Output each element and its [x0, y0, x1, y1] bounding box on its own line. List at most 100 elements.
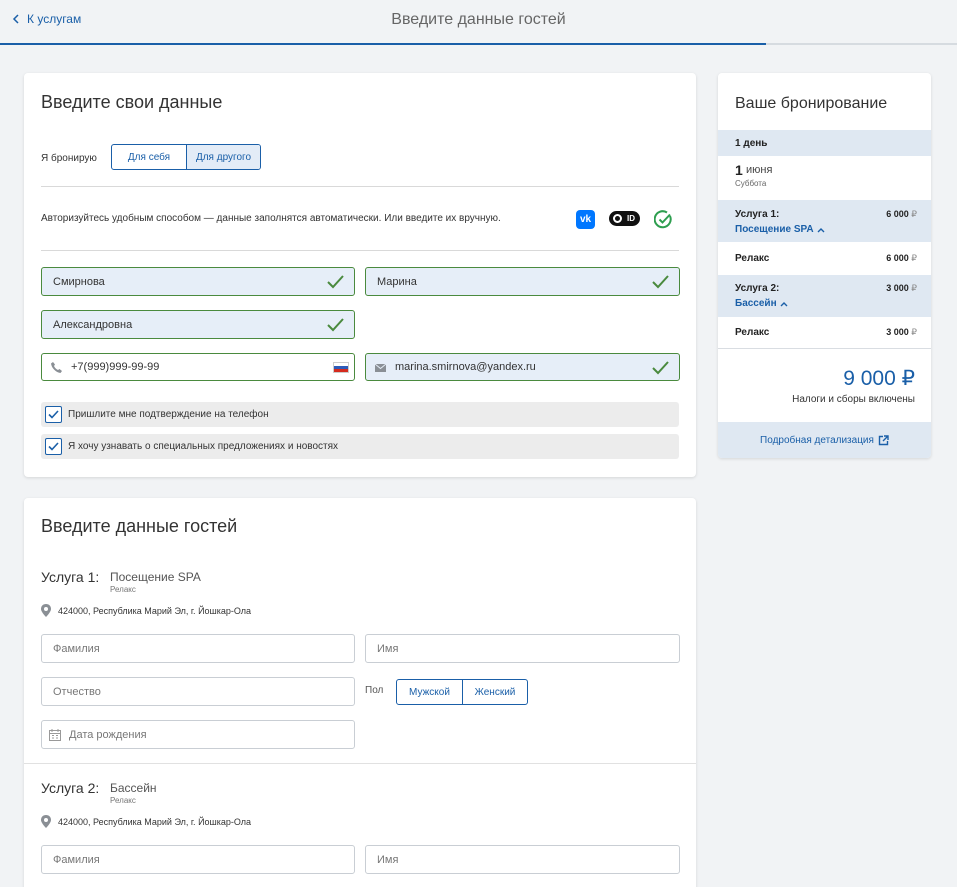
russia-flag-icon[interactable] — [333, 362, 349, 373]
day-header: 1 день — [718, 130, 931, 156]
total-value: 9 000 — [843, 367, 896, 390]
placeholder: Фамилия — [53, 642, 100, 655]
gender-male-option[interactable]: Мужской — [397, 680, 462, 704]
newsletter-checkbox[interactable]: Я хочу узнавать о специальных предложени… — [41, 434, 679, 459]
booking-for-switch: Для себя Для другого — [111, 144, 261, 170]
placeholder: Дата рождения — [69, 728, 147, 741]
service-amount: 6 000 ₽ — [886, 209, 917, 220]
header: К услугам Введите данные гостей — [0, 0, 957, 46]
currency: ₽ — [911, 253, 917, 263]
check-icon — [652, 275, 669, 289]
tariff-label: Релакс — [735, 253, 770, 264]
day-label: 1 день — [735, 138, 768, 149]
sber-logo-icon — [613, 214, 622, 223]
guests-title: Введите данные гостей — [41, 516, 238, 536]
gender-female-option[interactable]: Женский — [462, 680, 527, 704]
gender-switch: Мужской Женский — [396, 679, 528, 705]
tariff-label: Релакс — [735, 327, 770, 338]
guest-2-first-name-input[interactable]: Имя — [365, 845, 680, 874]
service-2-toggle[interactable]: Бассейн — [735, 298, 788, 309]
phone-icon — [51, 361, 62, 373]
service-tariff: Релакс — [110, 585, 136, 594]
external-link-icon — [878, 434, 889, 445]
tariff-amount: 3 000 ₽ — [886, 327, 917, 338]
placeholder: Фамилия — [53, 853, 100, 866]
booking-for-other-option[interactable]: Для другого — [186, 145, 260, 169]
checkbox[interactable] — [45, 406, 62, 423]
checkbox[interactable] — [45, 438, 62, 455]
tax-note: Налоги и сборы включены — [792, 394, 915, 405]
email-field[interactable]: marina.smirnova@yandex.ru — [365, 353, 680, 381]
service-address: 424000, Республика Марий Эл, г. Йошкар-О… — [41, 815, 251, 828]
checkmark-icon — [48, 410, 59, 419]
service-name: Бассейн — [110, 781, 157, 795]
booking-for-self-option[interactable]: Для себя — [112, 145, 186, 169]
service-link-label: Посещение SPA — [735, 224, 814, 235]
service-tariff: Релакс — [110, 796, 136, 805]
last-name-field[interactable]: Смирнова — [41, 267, 355, 296]
guest-1-birthdate-input[interactable]: Дата рождения — [41, 720, 355, 749]
progress-fill — [0, 43, 766, 45]
placeholder: Имя — [377, 853, 399, 866]
checkmark-icon — [48, 442, 59, 451]
divider — [24, 763, 696, 764]
details-link[interactable]: Подробная детализация — [718, 422, 931, 458]
amount-value: 6 000 — [886, 209, 909, 219]
progress-bar — [0, 43, 957, 45]
check-icon — [652, 361, 669, 375]
tariff-amount: 6 000 ₽ — [886, 253, 917, 264]
sber-id-icon[interactable]: ID — [609, 211, 640, 226]
vk-icon[interactable]: vk — [576, 210, 595, 229]
own-data-card: Введите свои данные Я бронирую Для себя … — [24, 73, 696, 477]
middle-name-value: Александровна — [53, 318, 133, 331]
divider — [41, 250, 679, 251]
divider — [41, 186, 679, 187]
amount-value: 6 000 — [886, 253, 909, 263]
amount-value: 3 000 — [886, 283, 909, 293]
service-1-summary: Услуга 1: 6 000 ₽ Посещение SPA — [718, 200, 931, 242]
placeholder: Отчество — [53, 685, 101, 698]
page-title: Введите данные гостей — [391, 11, 566, 28]
amount-value: 3 000 — [886, 327, 909, 337]
currency: ₽ — [911, 283, 917, 293]
total-price: 9 000 ₽ — [843, 366, 915, 391]
currency: ₽ — [911, 209, 917, 219]
guest-1-last-name-input[interactable]: Фамилия — [41, 634, 355, 663]
guest-1-middle-name-input[interactable]: Отчество — [41, 677, 355, 706]
location-pin-icon — [41, 604, 51, 617]
service-2-summary: Услуга 2: 3 000 ₽ Бассейн — [718, 275, 931, 317]
divider — [718, 348, 931, 349]
checkbox-label: Я хочу узнавать о специальных предложени… — [68, 441, 339, 452]
chevron-up-icon — [817, 227, 825, 232]
phone-value: +7(999)999-99-99 — [71, 361, 160, 373]
date-month: июня — [746, 164, 773, 176]
email-value: marina.smirnova@yandex.ru — [395, 361, 536, 373]
currency: ₽ — [911, 327, 917, 337]
gender-label: Пол — [365, 685, 384, 696]
own-data-title: Введите свои данные — [41, 92, 223, 112]
guests-card: Введите данные гостей Услуга 1: Посещени… — [24, 498, 696, 887]
details-link-label: Подробная детализация — [760, 434, 874, 446]
service-name: Посещение SPA — [110, 570, 201, 584]
middle-name-field[interactable]: Александровна — [41, 310, 355, 339]
guest-2-last-name-input[interactable]: Фамилия — [41, 845, 355, 874]
address-text: 424000, Республика Марий Эл, г. Йошкар-О… — [58, 816, 252, 827]
calendar-icon — [49, 728, 61, 741]
address-text: 424000, Республика Марий Эл, г. Йошкар-О… — [58, 605, 252, 616]
service-label: Услуга 2: — [735, 283, 780, 294]
service-amount: 3 000 ₽ — [886, 283, 917, 294]
summary-title: Ваше бронирование — [735, 95, 888, 112]
sms-confirmation-checkbox[interactable]: Пришлите мне подтверждение на телефон — [41, 402, 679, 427]
auth-hint: Авторизуйтесь удобным способом — данные … — [41, 213, 501, 224]
first-name-field[interactable]: Марина — [365, 267, 680, 296]
mail-icon — [374, 363, 387, 372]
placeholder: Имя — [377, 642, 399, 655]
guest-1-first-name-input[interactable]: Имя — [365, 634, 680, 663]
phone-field[interactable]: +7(999)999-99-99 — [41, 353, 355, 381]
booking-for-label: Я бронирую — [41, 153, 97, 164]
booking-summary: Ваше бронирование 1 день 1 июня Суббота … — [718, 73, 931, 458]
checkbox-label: Пришлите мне подтверждение на телефон — [68, 409, 269, 420]
weekday: Суббота — [735, 179, 767, 188]
check-circle-icon[interactable] — [654, 210, 673, 229]
service-1-toggle[interactable]: Посещение SPA — [735, 224, 825, 235]
